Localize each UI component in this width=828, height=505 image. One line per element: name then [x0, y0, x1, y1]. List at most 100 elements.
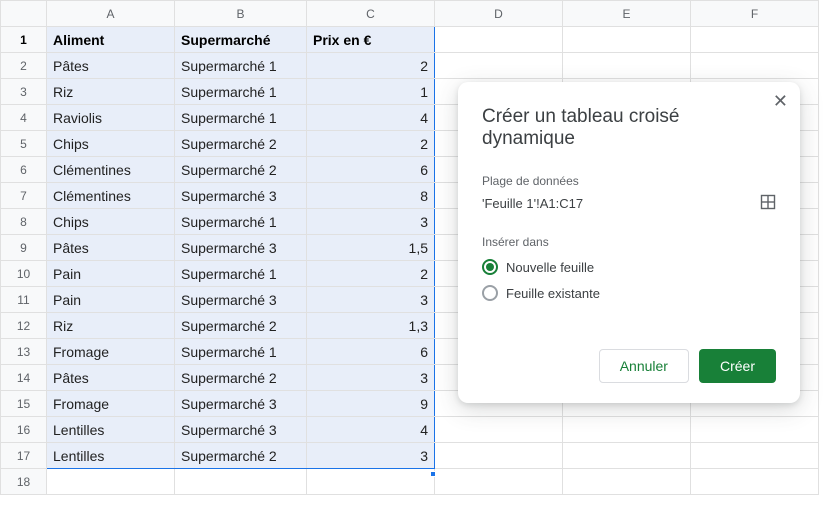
- cell-A7[interactable]: Clémentines: [47, 183, 175, 209]
- cell-E16[interactable]: [563, 417, 691, 443]
- cell-A2[interactable]: Pâtes: [47, 53, 175, 79]
- select-range-icon[interactable]: [760, 194, 776, 213]
- cell-C16[interactable]: 4: [307, 417, 435, 443]
- cell-D1[interactable]: [435, 27, 563, 53]
- cell-C9[interactable]: 1,5: [307, 235, 435, 261]
- cell-B10[interactable]: Supermarché 1: [175, 261, 307, 287]
- cell-D2[interactable]: [435, 53, 563, 79]
- cell-C15[interactable]: 9: [307, 391, 435, 417]
- cell-B16[interactable]: Supermarché 3: [175, 417, 307, 443]
- cell-E17[interactable]: [563, 443, 691, 469]
- range-value[interactable]: 'Feuille 1'!A1:C17: [482, 196, 583, 211]
- cell-A5[interactable]: Chips: [47, 131, 175, 157]
- row-header[interactable]: 8: [1, 209, 47, 235]
- cell-C6[interactable]: 6: [307, 157, 435, 183]
- cell-C7[interactable]: 8: [307, 183, 435, 209]
- cell-D16[interactable]: [435, 417, 563, 443]
- row-header[interactable]: 14: [1, 365, 47, 391]
- cell-A12[interactable]: Riz: [47, 313, 175, 339]
- cell-C12[interactable]: 1,3: [307, 313, 435, 339]
- cell-F1[interactable]: [691, 27, 819, 53]
- cell-B3[interactable]: Supermarché 1: [175, 79, 307, 105]
- row-header[interactable]: 10: [1, 261, 47, 287]
- cell-C3[interactable]: 1: [307, 79, 435, 105]
- cell-C1[interactable]: Prix en €: [307, 27, 435, 53]
- cell-D17[interactable]: [435, 443, 563, 469]
- cell-F16[interactable]: [691, 417, 819, 443]
- cell-A13[interactable]: Fromage: [47, 339, 175, 365]
- row-header[interactable]: 3: [1, 79, 47, 105]
- col-header-F[interactable]: F: [691, 1, 819, 27]
- row-header[interactable]: 4: [1, 105, 47, 131]
- radio-new-sheet[interactable]: Nouvelle feuille: [482, 259, 776, 275]
- cell-E1[interactable]: [563, 27, 691, 53]
- row-header[interactable]: 1: [1, 27, 47, 53]
- row-header[interactable]: 5: [1, 131, 47, 157]
- cell-B13[interactable]: Supermarché 1: [175, 339, 307, 365]
- row-header[interactable]: 11: [1, 287, 47, 313]
- col-header-E[interactable]: E: [563, 1, 691, 27]
- row-header[interactable]: 15: [1, 391, 47, 417]
- col-header-C[interactable]: C: [307, 1, 435, 27]
- cell-D18[interactable]: [435, 469, 563, 495]
- col-header-B[interactable]: B: [175, 1, 307, 27]
- cell-B12[interactable]: Supermarché 2: [175, 313, 307, 339]
- cell-A17[interactable]: Lentilles: [47, 443, 175, 469]
- cell-A15[interactable]: Fromage: [47, 391, 175, 417]
- cell-A10[interactable]: Pain: [47, 261, 175, 287]
- cell-B4[interactable]: Supermarché 1: [175, 105, 307, 131]
- cell-C4[interactable]: 4: [307, 105, 435, 131]
- cell-E18[interactable]: [563, 469, 691, 495]
- cell-F2[interactable]: [691, 53, 819, 79]
- cell-B17[interactable]: Supermarché 2: [175, 443, 307, 469]
- cell-A9[interactable]: Pâtes: [47, 235, 175, 261]
- row-header[interactable]: 17: [1, 443, 47, 469]
- cell-C5[interactable]: 2: [307, 131, 435, 157]
- cell-B18[interactable]: [175, 469, 307, 495]
- cell-B11[interactable]: Supermarché 3: [175, 287, 307, 313]
- cell-E2[interactable]: [563, 53, 691, 79]
- cancel-button[interactable]: Annuler: [599, 349, 689, 383]
- cell-A18[interactable]: [47, 469, 175, 495]
- cell-A4[interactable]: Raviolis: [47, 105, 175, 131]
- cell-A14[interactable]: Pâtes: [47, 365, 175, 391]
- cell-A6[interactable]: Clémentines: [47, 157, 175, 183]
- row-header[interactable]: 7: [1, 183, 47, 209]
- cell-F18[interactable]: [691, 469, 819, 495]
- cell-A11[interactable]: Pain: [47, 287, 175, 313]
- cell-B9[interactable]: Supermarché 3: [175, 235, 307, 261]
- cell-A16[interactable]: Lentilles: [47, 417, 175, 443]
- row-header[interactable]: 18: [1, 469, 47, 495]
- radio-existing-sheet[interactable]: Feuille existante: [482, 285, 776, 301]
- selection-handle[interactable]: [430, 471, 436, 477]
- cell-B1[interactable]: Supermarché: [175, 27, 307, 53]
- cell-A3[interactable]: Riz: [47, 79, 175, 105]
- cell-C2[interactable]: 2: [307, 53, 435, 79]
- cell-B15[interactable]: Supermarché 3: [175, 391, 307, 417]
- row-header[interactable]: 16: [1, 417, 47, 443]
- col-header-D[interactable]: D: [435, 1, 563, 27]
- col-header-A[interactable]: A: [47, 1, 175, 27]
- cell-C18[interactable]: [307, 469, 435, 495]
- cell-F17[interactable]: [691, 443, 819, 469]
- cell-C17[interactable]: 3: [307, 443, 435, 469]
- cell-B5[interactable]: Supermarché 2: [175, 131, 307, 157]
- cell-B14[interactable]: Supermarché 2: [175, 365, 307, 391]
- row-header[interactable]: 12: [1, 313, 47, 339]
- cell-A8[interactable]: Chips: [47, 209, 175, 235]
- cell-B2[interactable]: Supermarché 1: [175, 53, 307, 79]
- cell-C14[interactable]: 3: [307, 365, 435, 391]
- cell-B7[interactable]: Supermarché 3: [175, 183, 307, 209]
- row-header[interactable]: 6: [1, 157, 47, 183]
- cell-A1[interactable]: Aliment: [47, 27, 175, 53]
- cell-C13[interactable]: 6: [307, 339, 435, 365]
- row-header[interactable]: 2: [1, 53, 47, 79]
- cell-C8[interactable]: 3: [307, 209, 435, 235]
- select-all-corner[interactable]: [1, 1, 47, 27]
- cell-C11[interactable]: 3: [307, 287, 435, 313]
- cell-C10[interactable]: 2: [307, 261, 435, 287]
- row-header[interactable]: 9: [1, 235, 47, 261]
- close-icon[interactable]: ✕: [773, 92, 788, 110]
- row-header[interactable]: 13: [1, 339, 47, 365]
- cell-B6[interactable]: Supermarché 2: [175, 157, 307, 183]
